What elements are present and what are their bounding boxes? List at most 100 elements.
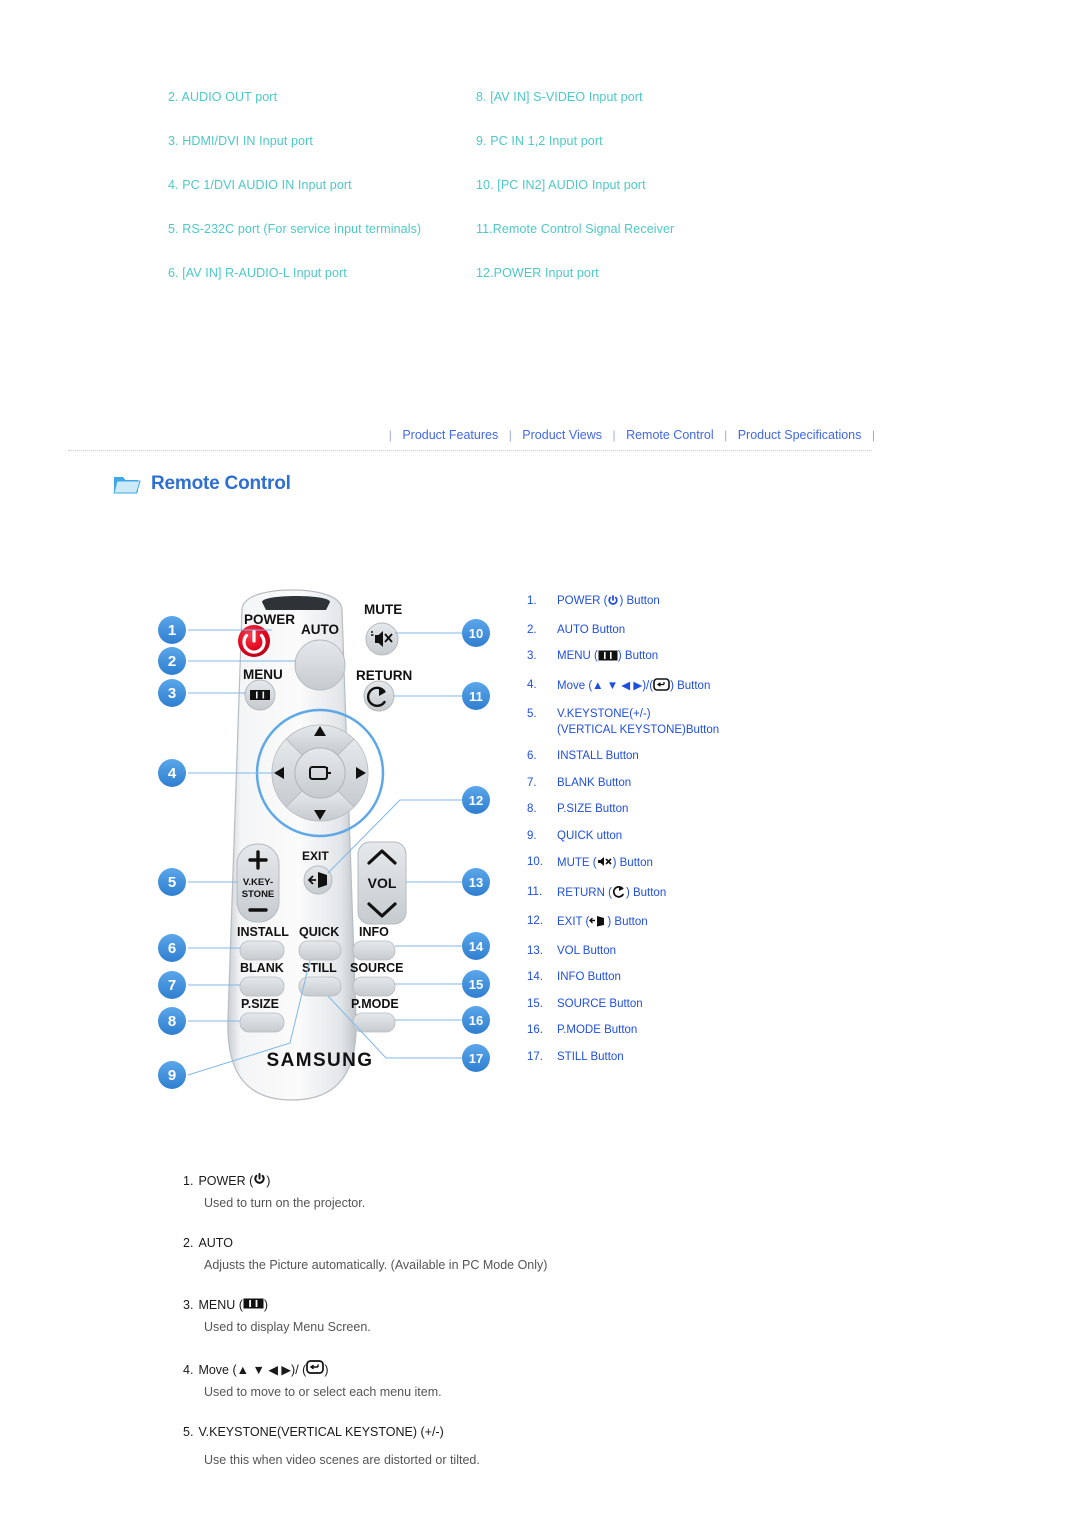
port-item: 6. [AV IN] R-AUDIO-L Input port (168, 266, 347, 280)
svg-text:3: 3 (168, 685, 176, 702)
legend-label: MENU () Button (557, 649, 827, 667)
svg-text:VOL: VOL (368, 875, 397, 891)
list-item: 17. STILL Button (527, 1050, 827, 1066)
description-block: 5. V.KEYSTONE(VERTICAL KEYSTONE) (+/-) U… (183, 1425, 803, 1467)
remote-button-legend: 1. POWER () Button 2. AUTO Button 3. MEN… (527, 594, 827, 1076)
svg-text:4: 4 (168, 765, 177, 782)
port-item: 4. PC 1/DVI AUDIO IN Input port (168, 178, 352, 192)
description-block: 1. POWER ( ) Used to turn on the project… (183, 1172, 803, 1210)
remote-control-diagram: POWER AUTO MENU MUTE RETURN V.KEY- STONE… (150, 588, 500, 1133)
legend-index: 17. (527, 1050, 543, 1063)
svg-text:RETURN: RETURN (356, 668, 412, 683)
nav-separator: | (612, 428, 616, 442)
description-title: POWER ( (198, 1174, 254, 1188)
legend-index: 1. (527, 595, 537, 607)
remote-dpad (255, 708, 385, 838)
menu-icon (243, 1298, 264, 1312)
remote-source-button (352, 976, 396, 997)
port-item: 8. [AV IN] S-VIDEO Input port (476, 90, 643, 104)
list-item: 10. MUTE () Button (527, 855, 827, 874)
svg-text:6: 6 (168, 940, 176, 957)
description-title-tail: ) (266, 1174, 271, 1188)
description-title: AUTO (198, 1236, 233, 1250)
port-column-right: 12.POWER Input port (476, 264, 888, 282)
legend-index: 5. (527, 708, 537, 721)
remote-menu-button (244, 679, 276, 711)
legend-index: 7. (527, 776, 537, 789)
nav-item-product-views[interactable]: Product Views (515, 428, 609, 442)
port-column-left: 2. AUDIO OUT port (168, 88, 476, 106)
nav-separator: | (388, 428, 392, 442)
nav-separator: | (871, 428, 875, 442)
legend-label: VOL Button (557, 944, 617, 957)
description-block: 3. MENU ( ) Used to display Menu Screen. (183, 1298, 803, 1334)
legend-label: INSTALL Button (557, 750, 639, 763)
list-item: 11. RETURN () Button (527, 885, 827, 904)
legend-label: RETURN () Button (557, 885, 827, 904)
svg-text:2: 2 (168, 653, 176, 670)
svg-text:INSTALL: INSTALL (237, 925, 289, 939)
list-item: 5. V.KEYSTONE(+/-) (VERTICAL KEYSTONE)But… (527, 707, 827, 738)
legend-index: 15. (527, 997, 543, 1010)
description-body: Use this when video scenes are distorted… (204, 1453, 480, 1467)
description-heading: 1. POWER ( ) (183, 1172, 803, 1188)
list-item: 16. P.MODE Button (527, 1023, 827, 1039)
description-body: Used to display Menu Screen. (204, 1320, 371, 1334)
remote-install-button (239, 940, 285, 961)
port-item: 9. PC IN 1,2 Input port (476, 134, 603, 148)
nav-item-product-features[interactable]: Product Features (395, 428, 505, 442)
folder-icon (112, 472, 142, 496)
legend-sublabel: (VERTICAL KEYSTONE)Button (557, 723, 720, 736)
legend-index: 13. (527, 944, 543, 957)
list-item: 1. POWER () Button (527, 594, 827, 612)
dpad-arrows: ▲ ▼ ◀ ▶ (592, 679, 643, 692)
brand-logo: SAMSUNG (267, 1050, 374, 1071)
remote-exit-button (303, 865, 333, 895)
description-number: 5. (183, 1425, 194, 1439)
remote-info-button (352, 940, 396, 961)
port-item: 12.POWER Input port (476, 266, 599, 280)
description-heading: 5. V.KEYSTONE(VERTICAL KEYSTONE) (+/-) (183, 1425, 803, 1439)
list-item: 6. INSTALL Button (527, 749, 827, 765)
description-number: 3. (183, 1298, 194, 1312)
description-body: Used to move to or select each menu item… (204, 1385, 442, 1399)
svg-text:13: 13 (469, 875, 483, 890)
svg-text:16: 16 (469, 1013, 483, 1028)
legend-index: 6. (527, 750, 537, 763)
list-item: 13. VOL Button (527, 944, 827, 960)
legend-label: EXIT () Button (557, 914, 827, 933)
port-row: 6. [AV IN] R-AUDIO-L Input port 12.POWER… (168, 264, 888, 282)
svg-text:MUTE: MUTE (364, 602, 402, 617)
svg-text:10: 10 (469, 626, 483, 641)
port-row: 2. AUDIO OUT port 8. [AV IN] S-VIDEO Inp… (168, 88, 888, 106)
svg-text:SOURCE: SOURCE (350, 961, 403, 975)
legend-label: QUICK utton (557, 829, 623, 842)
legend-label: P.MODE Button (557, 1024, 638, 1037)
legend-index: 2. (527, 623, 537, 636)
legend-label: STILL Button (557, 1050, 624, 1063)
remote-blank-button (239, 976, 285, 997)
description-title-tail: ) (324, 1363, 329, 1377)
svg-text:11: 11 (469, 689, 483, 704)
section-title-text: Remote Control (151, 473, 291, 494)
svg-text:BLANK: BLANK (240, 961, 284, 975)
legend-index: 12. (527, 915, 543, 928)
legend-label: Move (▲ ▼ ◀ ▶)/() Button (557, 677, 827, 697)
description-body: Used to turn on the projector. (204, 1196, 366, 1210)
list-item: 15. SOURCE Button (527, 997, 827, 1013)
callout-badge-group-left: 1 2 3 4 5 6 7 8 9 (158, 616, 186, 1089)
svg-text:12: 12 (469, 793, 483, 808)
port-column-right: 11.Remote Control Signal Receiver (476, 220, 888, 238)
legend-label: POWER () Button (557, 594, 827, 612)
port-column-right: 9. PC IN 1,2 Input port (476, 132, 888, 150)
description-block: 2. AUTO Adjusts the Picture automaticall… (183, 1236, 803, 1272)
legend-index: 8. (527, 803, 537, 816)
description-title-tail: ) (263, 1298, 269, 1312)
nav-item-remote-control[interactable]: Remote Control (619, 428, 721, 442)
legend-label: V.KEYSTONE(+/-) (VERTICAL KEYSTONE)Button (557, 707, 827, 738)
enter-icon (653, 677, 670, 697)
port-row: 5. RS-232C port (For service input termi… (168, 220, 888, 238)
remote-vkeystone-button: V.KEY- STONE (236, 843, 280, 923)
legend-index: 4. (527, 678, 537, 691)
nav-item-product-specifications[interactable]: Product Specifications (731, 428, 869, 442)
